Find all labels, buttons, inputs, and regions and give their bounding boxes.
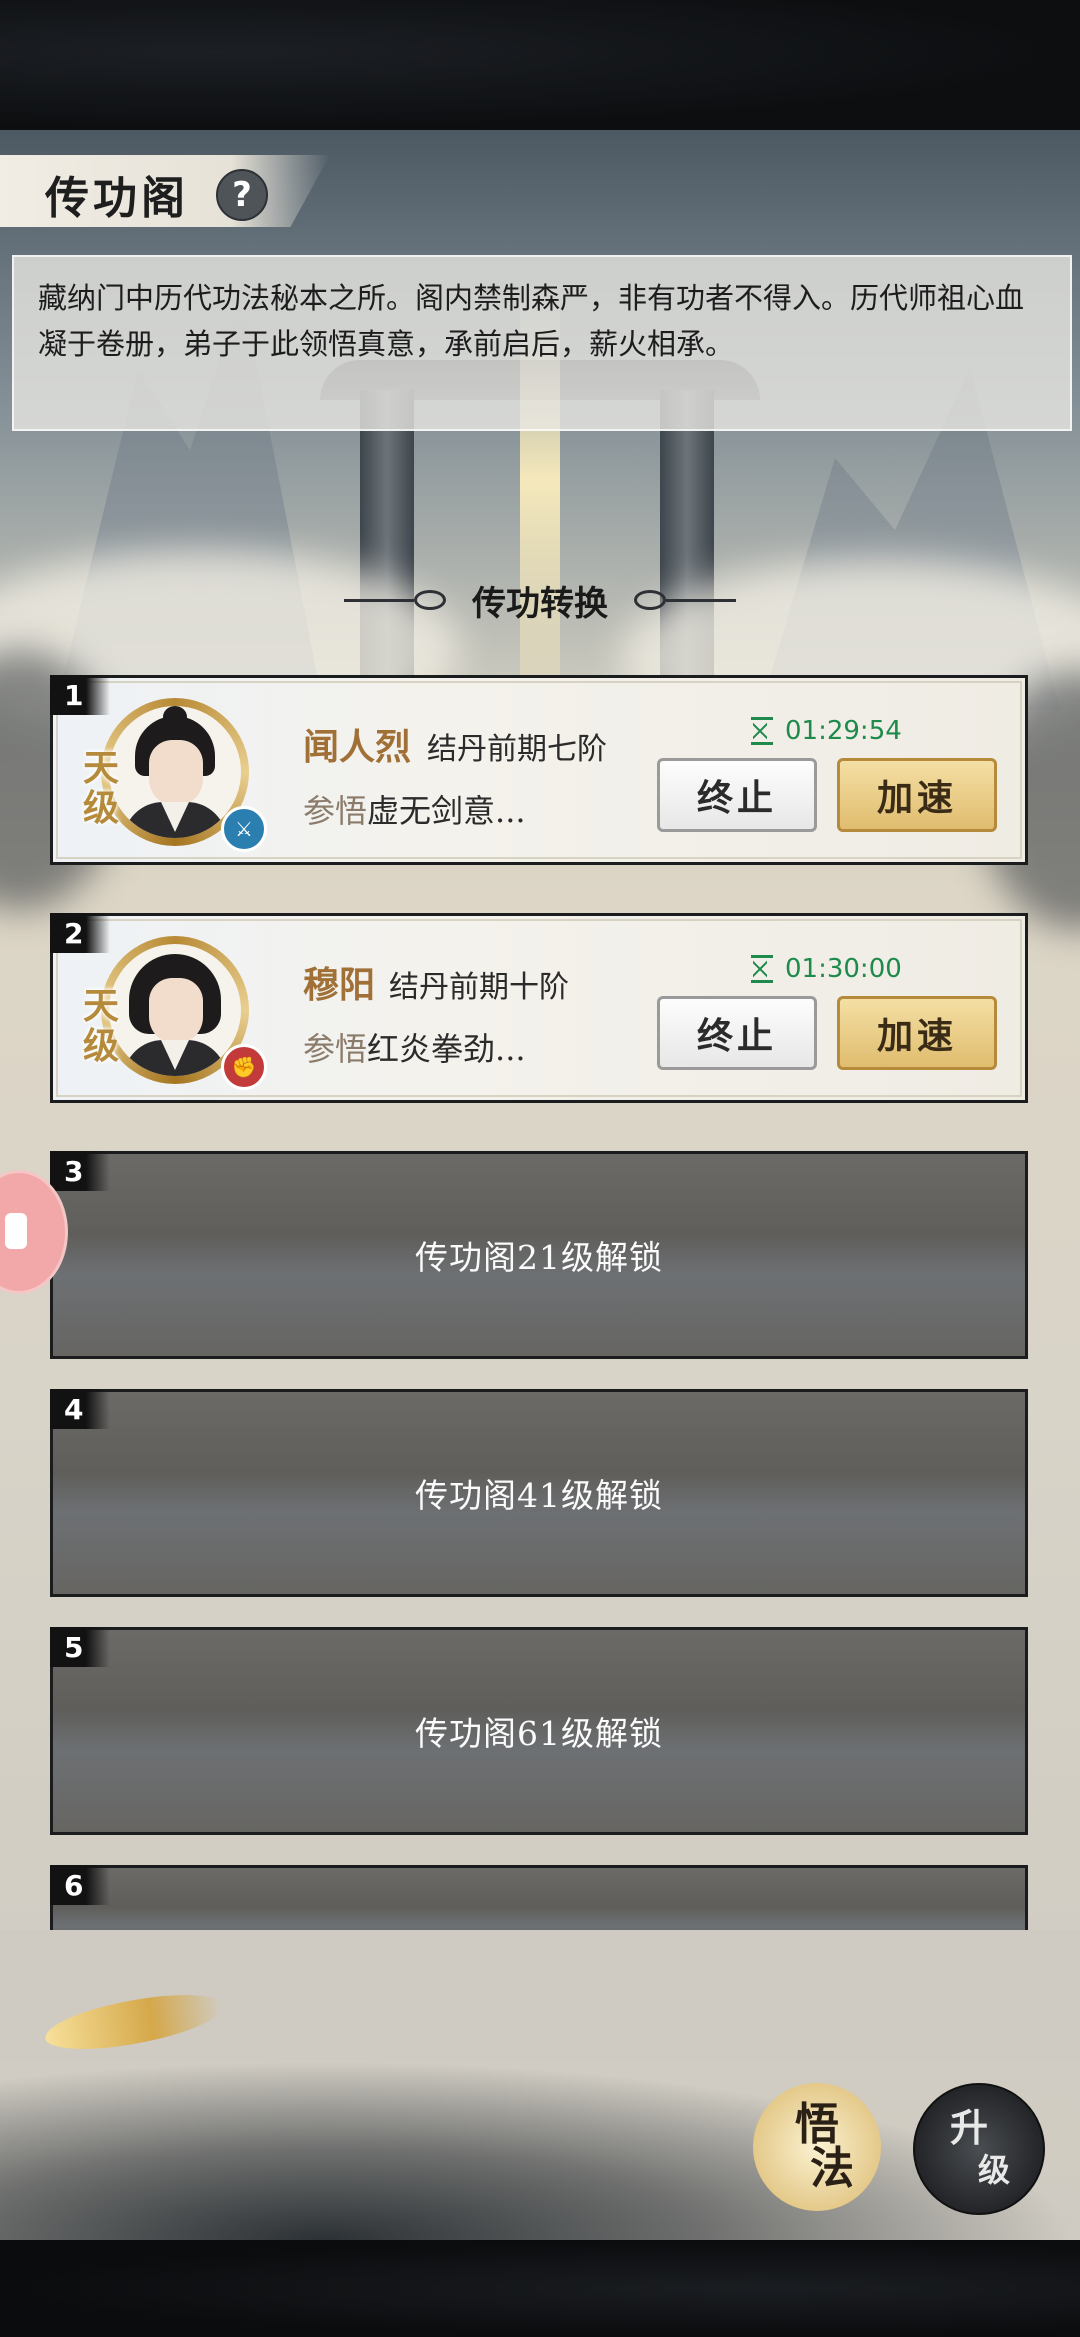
- face: [149, 978, 203, 1044]
- hero-rank: 结丹前期十阶: [389, 970, 569, 1005]
- list-fade-cover: [0, 1930, 1080, 2060]
- fist-element-icon: ✊: [221, 1044, 267, 1090]
- hero-study: 参悟红炎拳劲...: [303, 1024, 526, 1070]
- page-title: 传功阁: [45, 173, 189, 224]
- gamepad-icon: [5, 1213, 27, 1249]
- stop-button[interactable]: 终止: [657, 758, 817, 832]
- hero-rank: 结丹前期七阶: [427, 732, 607, 767]
- slot-number: 6: [50, 1865, 110, 1905]
- decor-line-left: [344, 598, 414, 602]
- section-title: 传功转换: [472, 583, 608, 624]
- bottom-decor-bar: [0, 2240, 1080, 2337]
- study-prefix: 参悟: [303, 1030, 368, 1068]
- section-header: 传功转换: [0, 570, 1080, 630]
- description-text: 藏纳门中历代功法秘本之所。阁内禁制森严，非有功者不得入。历代师祖心血凝于卷册，弟…: [38, 281, 1025, 361]
- shengji-label-2: 级: [977, 2151, 1010, 2189]
- slot-3-locked[interactable]: 3 传功阁21级解锁: [50, 1151, 1028, 1359]
- timer-text: 01:29:54: [785, 716, 902, 746]
- hero-avatar: [109, 706, 241, 838]
- stop-button[interactable]: 终止: [657, 996, 817, 1070]
- speed-up-button[interactable]: 加速: [837, 996, 997, 1070]
- study-text: 红炎拳劲...: [367, 1030, 526, 1068]
- decor-knot-right-icon: [634, 590, 666, 610]
- upgrade-button[interactable]: 升 级: [913, 2083, 1045, 2215]
- slot-2: 2 天级 ✊ 穆阳 结丹前期十阶 参悟红炎拳劲... 01:30:00 终止 加…: [50, 913, 1028, 1103]
- wufa-label-2: 法: [810, 2143, 854, 2194]
- speed-up-button[interactable]: 加速: [837, 758, 997, 832]
- hero-name: 闻人烈: [303, 726, 412, 768]
- wufa-label-1: 悟: [795, 2099, 839, 2150]
- shengji-label-1: 升: [949, 2105, 988, 2150]
- hero-avatar: [109, 944, 241, 1076]
- hourglass-icon: [751, 717, 773, 745]
- decor-knot-left-icon: [414, 590, 446, 610]
- slot-4-locked[interactable]: 4 传功阁41级解锁: [50, 1389, 1028, 1597]
- unlock-requirement: 传功阁61级解锁: [415, 1714, 663, 1753]
- countdown-timer: 01:30:00: [751, 954, 902, 984]
- study-text: 虚无剑意...: [367, 792, 526, 830]
- slot-number: 2: [50, 913, 110, 953]
- comprehend-method-button[interactable]: 悟 法: [753, 2083, 881, 2211]
- main-panel: 传功阁 ? 藏纳门中历代功法秘本之所。阁内禁制森严，非有功者不得入。历代师祖心血…: [0, 130, 1080, 2240]
- study-prefix: 参悟: [303, 792, 368, 830]
- hero-study: 参悟虚无剑意...: [303, 786, 526, 832]
- hero-name: 穆阳: [303, 964, 376, 1006]
- grade-tag: 天级: [83, 747, 120, 829]
- grade-tag: 天级: [83, 985, 120, 1067]
- help-icon[interactable]: ?: [216, 169, 268, 221]
- unlock-requirement: 传功阁41级解锁: [415, 1476, 663, 1515]
- slot-number: 1: [50, 675, 110, 715]
- decor-line-right: [666, 598, 736, 602]
- hourglass-icon: [751, 955, 773, 983]
- timer-text: 01:30:00: [785, 954, 902, 984]
- slot-1: 1 天级 ⚔ 闻人烈 结丹前期七阶 参悟虚无剑意... 01:29:54 终止 …: [50, 675, 1028, 865]
- sword-element-icon: ⚔: [221, 806, 267, 852]
- face: [149, 740, 203, 806]
- top-decor-bar: [0, 0, 1080, 130]
- countdown-timer: 01:29:54: [751, 716, 902, 746]
- slot-5-locked[interactable]: 5 传功阁61级解锁: [50, 1627, 1028, 1835]
- unlock-requirement: 传功阁21级解锁: [415, 1238, 663, 1277]
